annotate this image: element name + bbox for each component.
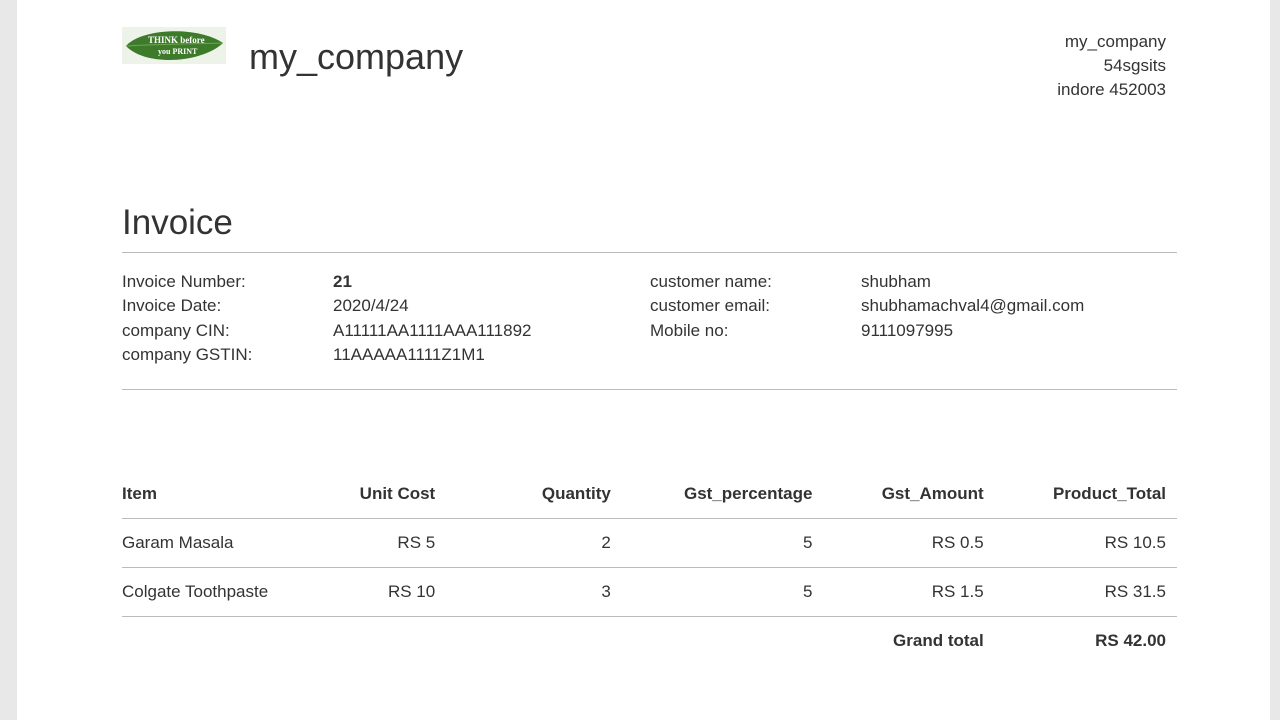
company-gstin-label: company GSTIN: xyxy=(122,344,253,364)
address-line: 54sgsits xyxy=(1103,56,1166,75)
grand-total-value: RS 42.00 xyxy=(1095,631,1166,650)
company-address: my_company 54sgsits indore 452003 xyxy=(1057,30,1166,102)
customer-email-value: shubhamachval4@gmail.com xyxy=(861,296,1085,316)
unit-cost-cell: RS 5 xyxy=(321,518,447,568)
column-header-gst-amount: Gst_Amount xyxy=(823,469,995,519)
invoice-date-value: 2020/4/24 xyxy=(333,296,409,316)
gst-percentage-cell: 5 xyxy=(621,518,824,568)
meta-left-values: 21 2020/4/24 A11111AA1111AAA111892 11AAA… xyxy=(333,270,532,367)
invoice-page: THINK before you PRINT my_company my_com… xyxy=(17,0,1270,720)
table-header-row: Item Unit Cost Quantity Gst_percentage G… xyxy=(122,469,1177,519)
item-cell: Colgate Toothpaste xyxy=(122,567,322,617)
customer-email-label: customer email: xyxy=(650,296,770,316)
divider xyxy=(122,389,1177,390)
column-header-item: Item xyxy=(122,469,322,519)
invoice-number-value: 21 xyxy=(333,272,352,291)
invoice-number-label: Invoice Number: xyxy=(122,272,246,291)
company-cin-label: company CIN: xyxy=(122,320,230,340)
quantity-cell: 3 xyxy=(446,567,622,617)
address-line: indore 452003 xyxy=(1057,80,1166,99)
svg-text:THINK before: THINK before xyxy=(148,35,205,45)
column-header-gst-percentage: Gst_percentage xyxy=(621,469,824,519)
table-row: Garam Masala RS 5 2 5 RS 0.5 RS 10.5 xyxy=(122,518,1177,568)
meta-right-values: shubham shubhamachval4@gmail.com 9111097… xyxy=(861,270,1084,343)
item-cell: Garam Masala xyxy=(122,518,322,568)
grand-total-row: Grand total RS 42.00 xyxy=(122,617,1177,666)
product-total-cell: RS 31.5 xyxy=(994,567,1177,617)
customer-name-label: customer name: xyxy=(650,272,772,291)
column-header-unit-cost: Unit Cost xyxy=(321,469,447,519)
svg-text:you PRINT: you PRINT xyxy=(158,47,198,56)
product-total-cell: RS 10.5 xyxy=(994,518,1177,568)
meta-left-labels: Invoice Number: Invoice Date: company CI… xyxy=(122,270,252,367)
quantity-cell: 2 xyxy=(446,518,622,568)
invoice-heading: Invoice xyxy=(122,203,233,242)
think-before-you-print-logo: THINK before you PRINT xyxy=(122,27,226,64)
customer-name-value: shubham xyxy=(861,272,931,291)
company-title: my_company xyxy=(249,36,464,77)
divider xyxy=(122,252,1177,253)
column-header-product-total: Product_Total xyxy=(994,469,1177,519)
invoice-date-label: Invoice Date: xyxy=(122,296,222,316)
gst-amount-cell: RS 1.5 xyxy=(823,567,995,617)
gst-percentage-cell: 5 xyxy=(621,567,824,617)
gst-amount-cell: RS 0.5 xyxy=(823,518,995,568)
company-cin-value: A11111AA1111AAA111892 xyxy=(333,320,532,340)
invoice-items-table: Item Unit Cost Quantity Gst_percentage G… xyxy=(122,469,1177,665)
grand-total-label: Grand total xyxy=(893,631,984,650)
mobile-no-label: Mobile no: xyxy=(650,320,729,340)
column-header-quantity: Quantity xyxy=(446,469,622,519)
mobile-no-value: 9111097995 xyxy=(861,320,954,340)
address-line: my_company xyxy=(1064,32,1166,51)
unit-cost-cell: RS 10 xyxy=(321,567,447,617)
meta-right-labels: customer name: customer email: Mobile no… xyxy=(650,270,772,343)
company-gstin-value: 11AAAAA1111Z1M1 xyxy=(333,344,485,364)
table-row: Colgate Toothpaste RS 10 3 5 RS 1.5 RS 3… xyxy=(122,567,1177,617)
